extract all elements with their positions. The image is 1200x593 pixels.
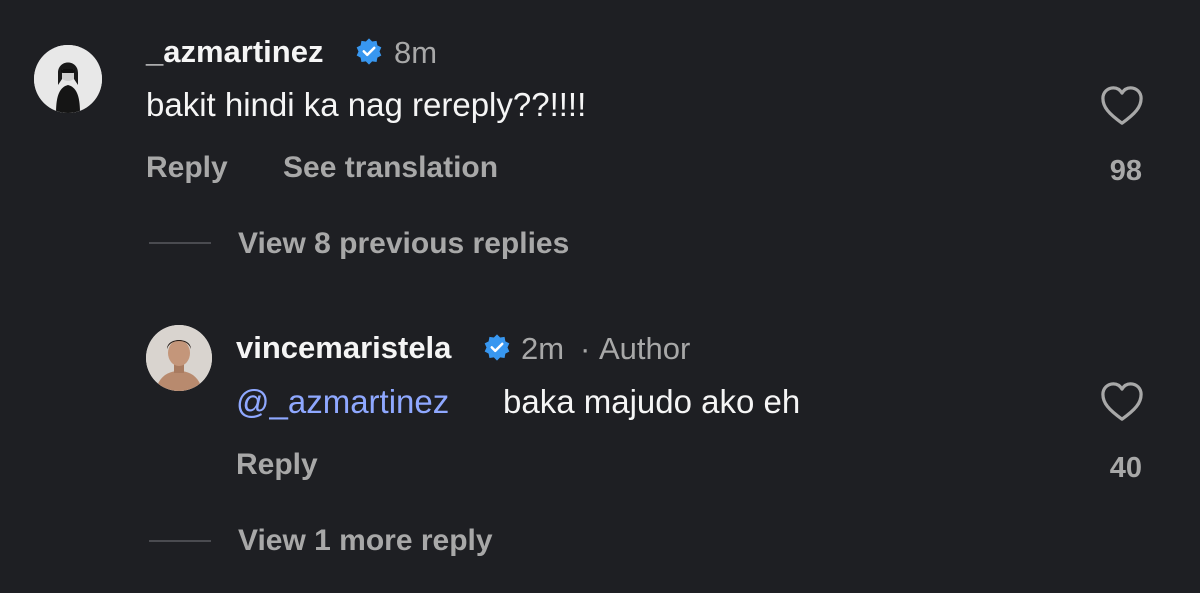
comment-username[interactable]: _azmartinez: [146, 34, 323, 70]
reply-time: 2m: [521, 331, 565, 366]
heart-icon[interactable]: [1099, 84, 1145, 131]
view-previous-replies-button[interactable]: View 8 previous replies: [238, 227, 569, 261]
verified-badge-icon: [483, 333, 511, 366]
author-tag: Author: [599, 331, 691, 366]
divider: [149, 540, 211, 542]
reply-button[interactable]: Reply: [236, 448, 318, 482]
avatar[interactable]: [146, 325, 212, 391]
see-translation-button[interactable]: See translation: [283, 151, 498, 185]
view-more-replies-button[interactable]: View 1 more reply: [238, 524, 493, 558]
comment-like-count: 98: [1109, 155, 1142, 187]
mention-link[interactable]: @_azmartinez: [236, 383, 449, 421]
comment-time: 8m: [394, 35, 438, 70]
reply-button[interactable]: Reply: [146, 151, 228, 185]
comment-text: bakit hindi ka nag rereply??!!!!: [146, 86, 587, 123]
separator: ·: [580, 331, 591, 366]
reply-like-count: 40: [1109, 452, 1142, 484]
avatar[interactable]: [34, 45, 102, 113]
comments-thread: _azmartinez 8m bakit hindi ka nag rerepl…: [0, 0, 1200, 593]
heart-icon[interactable]: [1099, 380, 1145, 427]
reply-username[interactable]: vincemaristela: [236, 330, 451, 366]
verified-badge-icon: [355, 37, 383, 70]
divider: [149, 242, 211, 244]
reply-text: baka majudo ako eh: [503, 383, 801, 420]
